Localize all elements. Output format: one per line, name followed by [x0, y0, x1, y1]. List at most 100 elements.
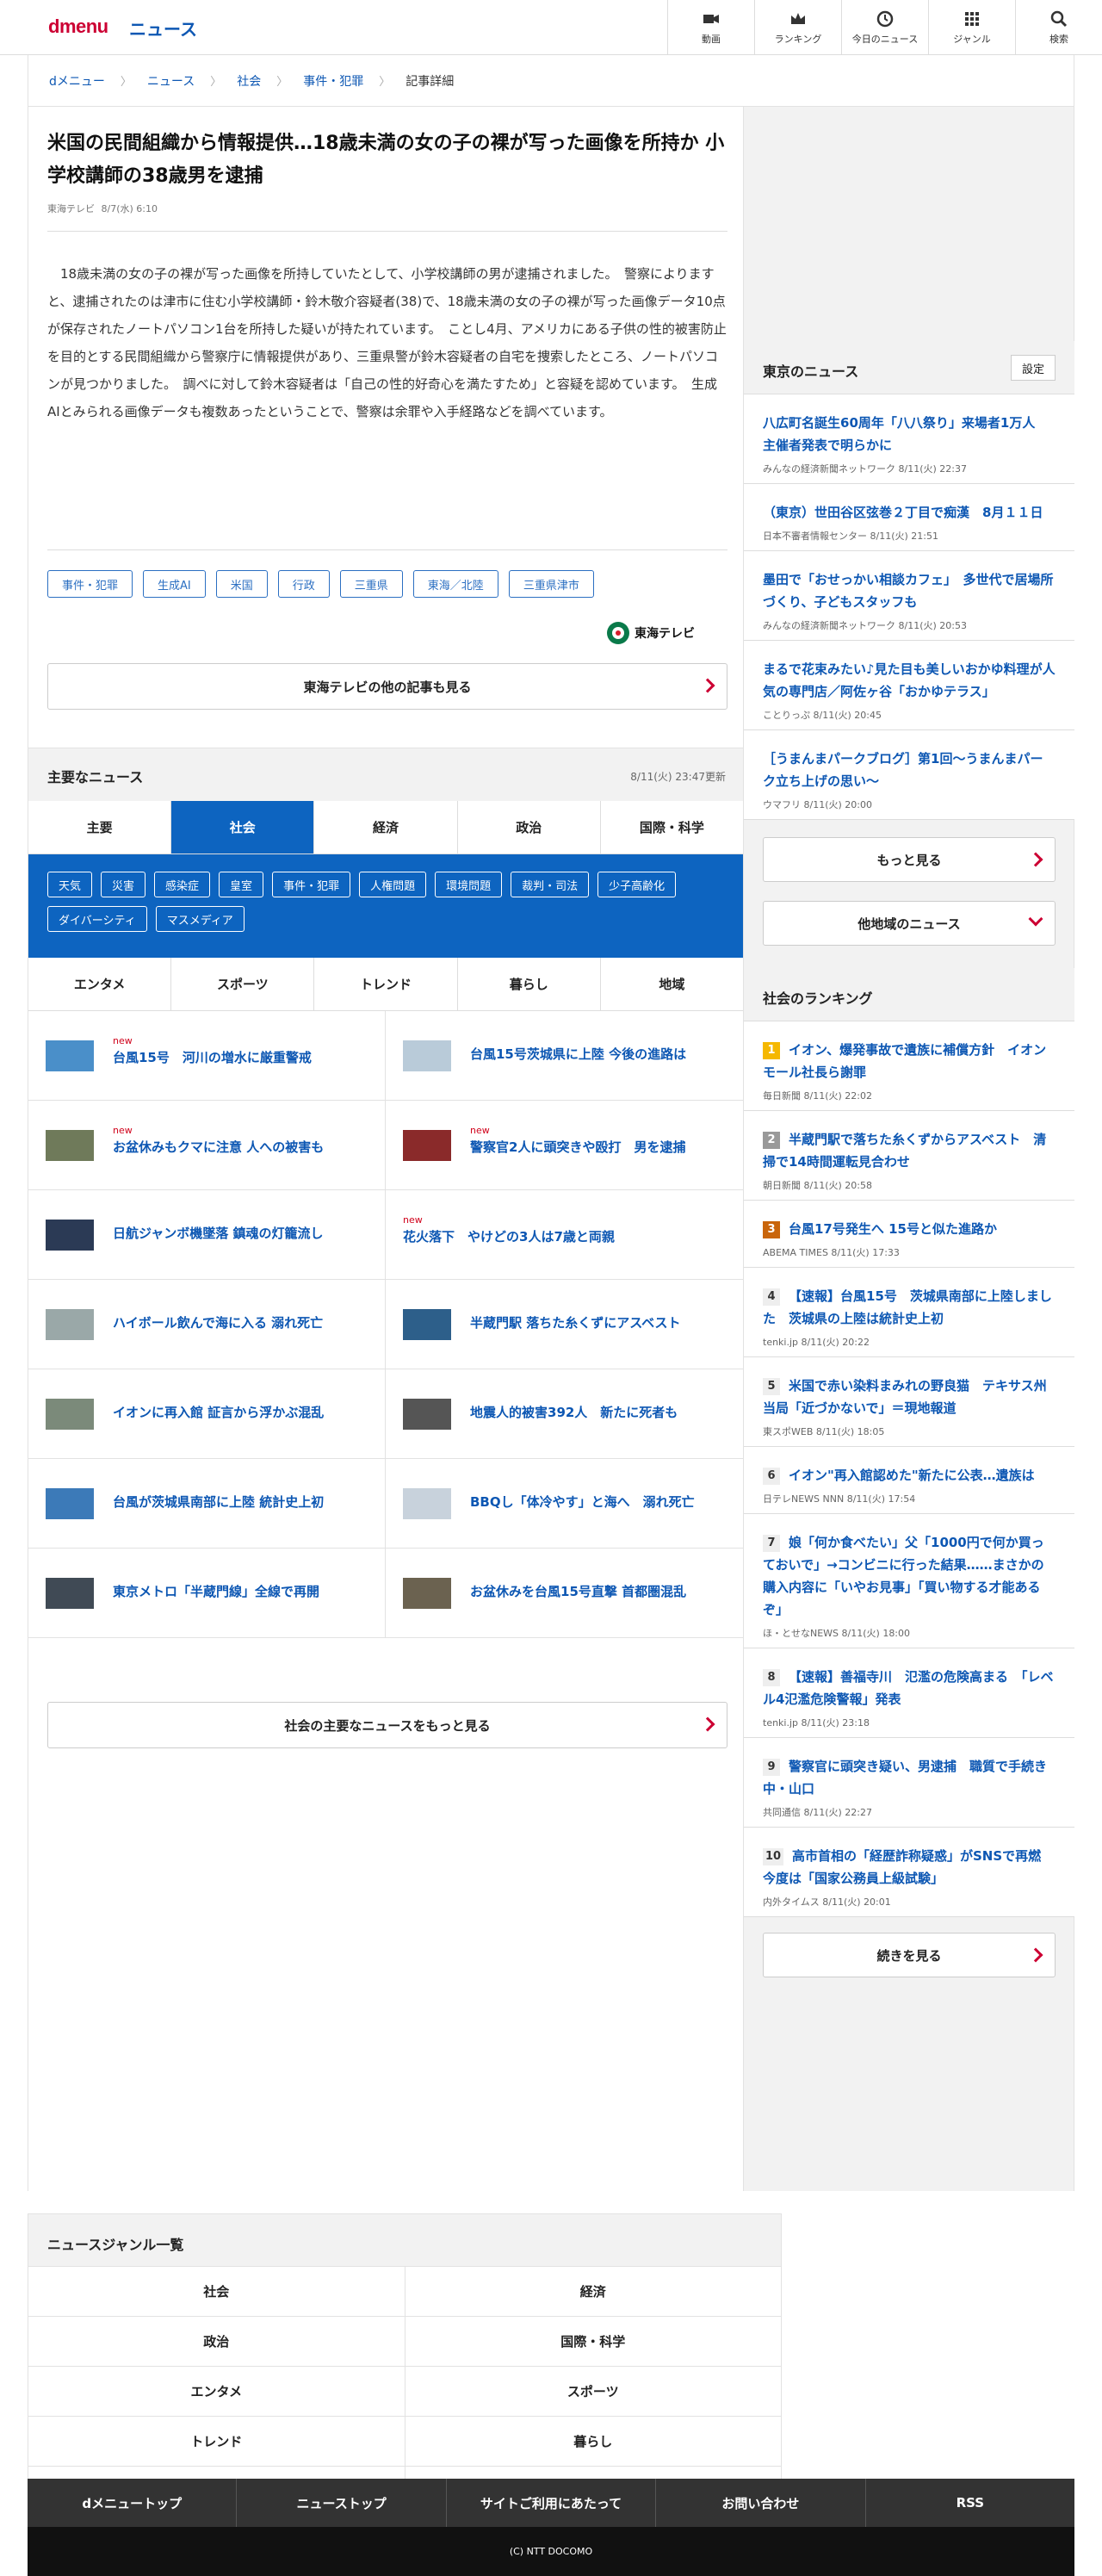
news-thumbnail	[403, 1309, 451, 1340]
genre-link[interactable]: 政治	[28, 2317, 406, 2367]
subtag-link[interactable]: 天気	[47, 872, 93, 897]
subtag-link[interactable]: 災害	[101, 872, 146, 897]
tag-link[interactable]: 事件・犯罪	[47, 570, 133, 598]
header-nav: 動画 ランキング 今日のニュース ジャンル 検索	[667, 0, 1102, 55]
sidebar: 東京のニュース 設定 八広町名誕生60周年「八八祭り」来場者1万人 主催者発表で…	[744, 107, 1074, 2191]
tag-link[interactable]: 三重県	[339, 570, 403, 598]
breadcrumb-news[interactable]: ニュース	[147, 72, 195, 90]
nav-video[interactable]: 動画	[667, 0, 754, 55]
ranking-item-title: イオン"再入館認めた"新たに公表…遺族は	[789, 1468, 1035, 1483]
tab-international[interactable]: 国際・科学	[600, 801, 744, 853]
subtag-link[interactable]: ダイバーシティ	[47, 906, 147, 932]
breadcrumb-society[interactable]: 社会	[237, 72, 261, 90]
news-item[interactable]: お盆休みを台風15号直撃 首都圏混乱	[386, 1549, 743, 1638]
news-item[interactable]: 半蔵門駅 落ちた糸くずにアスベスト	[386, 1280, 743, 1369]
source-logo-text: 東海テレビ	[635, 627, 695, 641]
news-section-link[interactable]: ニュース	[129, 16, 197, 40]
news-thumbnail	[46, 1488, 94, 1519]
tag-link[interactable]: 三重県津市	[508, 570, 594, 598]
news-item[interactable]: new 台風15号 河川の増水に厳重警戒	[28, 1011, 386, 1101]
ranking-item[interactable]: 1 イオン、爆発事故で遺族に補償方針 イオンモール社長ら謝罪 毎日新聞 8/11(…	[744, 1021, 1074, 1111]
footer-link-contact[interactable]: お問い合わせ	[656, 2479, 866, 2527]
tab-sports[interactable]: スポーツ	[171, 958, 315, 1010]
ranking-item[interactable]: 5 米国で赤い染料まみれの野良猫 テキサス州当局「近づかないで」＝現地報道 東スポ…	[744, 1357, 1074, 1447]
local-news-item[interactable]: まるで花束みたい♪見た目も美しいおかゆ料理が人気の専門店／阿佐ヶ谷「おかゆテラス…	[744, 641, 1074, 730]
tab-trend[interactable]: トレンド	[314, 958, 458, 1010]
chevron-down-icon	[1028, 911, 1043, 927]
new-badge: new	[113, 1125, 133, 1136]
tag-link[interactable]: 米国	[215, 570, 268, 598]
tab-society[interactable]: 社会	[171, 801, 315, 853]
news-item[interactable]: 東京メトロ「半蔵門線」全線で再開	[28, 1549, 386, 1638]
news-item[interactable]: new お盆休みもクマに注意 人への被害も	[28, 1101, 386, 1190]
footer-link-rss[interactable]: RSS	[866, 2479, 1074, 2527]
local-more-button[interactable]: もっと見る	[763, 837, 1056, 882]
chevron-right-icon	[700, 1716, 715, 1732]
local-news-item[interactable]: 八広町名誕生60周年「八八祭り」来場者1万人 主催者発表で明らかに みんなの経済…	[744, 394, 1074, 484]
ranking-item-title: 高市首相の「経歴詐称疑惑」がSNSで再燃 今度は「国家公務員上級試験」	[763, 1848, 1055, 1886]
other-region-dropdown[interactable]: 他地域のニュース	[763, 901, 1056, 946]
genre-link[interactable]: 暮らし	[405, 2417, 782, 2467]
ranking-title-text: 9 警察官に頭突き疑い、男逮捕 職質で手続き中・山口	[763, 1755, 1056, 1800]
ranking-item[interactable]: 10 高市首相の「経歴詐称疑惑」がSNSで再燃 今度は「国家公務員上級試験」 内外…	[744, 1828, 1074, 1917]
nav-ranking[interactable]: ランキング	[754, 0, 841, 55]
tab-main[interactable]: 主要	[28, 801, 172, 853]
ranking-item[interactable]: 2 半蔵門駅で落ちた糸くずからアスベスト 清掃で14時間運転見合わせ 朝日新聞 8…	[744, 1111, 1074, 1201]
subtag-link[interactable]: 感染症	[154, 872, 211, 897]
local-settings-button[interactable]: 設定	[1010, 355, 1056, 381]
subtag-link[interactable]: 環境問題	[435, 872, 503, 897]
ranking-item[interactable]: 6 イオン"再入館認めた"新たに公表…遺族は 日テレNEWS NNN 8/11(火…	[744, 1447, 1074, 1514]
genre-link[interactable]: 社会	[28, 2267, 406, 2317]
tag-link[interactable]: 行政	[277, 570, 330, 598]
ranking-item[interactable]: 8 【速報】善福寺川 氾濫の危険高まる 「レベル4氾濫危険警報」発表 tenki.…	[744, 1648, 1074, 1738]
nav-genre[interactable]: ジャンル	[928, 0, 1015, 55]
subtag-link[interactable]: 裁判・司法	[511, 872, 590, 897]
tab-economy[interactable]: 経済	[314, 801, 458, 853]
local-news-item[interactable]: （東京）世田谷区弦巻２丁目で痴漢 8月１１日 日本不審者情報センター 8/11(…	[744, 484, 1074, 551]
breadcrumb-crime[interactable]: 事件・犯罪	[303, 72, 363, 90]
nav-search[interactable]: 検索	[1015, 0, 1102, 55]
news-item[interactable]: 台風15号茨城県に上陸 今後の進路は	[386, 1011, 743, 1101]
genre-link[interactable]: エンタメ	[28, 2367, 406, 2417]
news-item[interactable]: BBQし「体冷やす」と海へ 溺れ死亡	[386, 1459, 743, 1549]
dmenu-logo[interactable]: dmenu	[48, 16, 108, 38]
subtag-link[interactable]: 少子高齢化	[597, 872, 677, 897]
tag-link[interactable]: 東海／北陸	[412, 570, 498, 598]
local-news-item[interactable]: ［うまんまパークブログ］第1回〜うまんまパーク立ち上げの思い〜 ウマフリ 8/1…	[744, 730, 1074, 820]
more-source-articles-button[interactable]: 東海テレビの他の記事も見る	[47, 663, 727, 710]
subtag-link[interactable]: 皇室	[219, 872, 264, 897]
genre-link[interactable]: 経済	[405, 2267, 782, 2317]
ranking-item[interactable]: 7 娘「何か食べたい」父「1000円で何か買っておいで」→コンビニに行った結果………	[744, 1514, 1074, 1648]
genre-link[interactable]: 国際・科学	[405, 2317, 782, 2367]
ranking-item[interactable]: 3 台風17号発生へ 15号と似た進路か ABEMA TIMES 8/11(火) …	[744, 1201, 1074, 1268]
news-item[interactable]: 地震人的被害392人 新たに死者も	[386, 1369, 743, 1459]
ranking-item[interactable]: 4 【速報】台風15号 茨城県南部に上陸しました 茨城県の上陸は統計史上初 ten…	[744, 1268, 1074, 1357]
footer-link-terms[interactable]: サイトご利用にあたって	[447, 2479, 657, 2527]
breadcrumb-dmenu[interactable]: dメニュー	[49, 72, 105, 90]
news-item[interactable]: イオンに再入館 証言から浮かぶ混乱	[28, 1369, 386, 1459]
footer-link-news-top[interactable]: ニューストップ	[237, 2479, 447, 2527]
news-item[interactable]: 日航ジャンボ機墜落 鎮魂の灯籠流し	[28, 1190, 386, 1280]
news-item[interactable]: new 花火落下 やけどの3人は7歳と両親	[386, 1190, 743, 1280]
footer-link-dmenu-top[interactable]: dメニュートップ	[28, 2479, 238, 2527]
nav-video-label: 動画	[702, 34, 721, 45]
tab-politics[interactable]: 政治	[457, 801, 601, 853]
genre-link[interactable]: トレンド	[28, 2417, 406, 2467]
tab-region[interactable]: 地域	[600, 958, 744, 1010]
subtag-link[interactable]: 事件・犯罪	[272, 872, 351, 897]
more-society-news-button[interactable]: 社会の主要なニュースをもっと見る	[47, 1702, 727, 1748]
local-news-item[interactable]: 墨田で「おせっかい相談カフェ」 多世代で居場所づくり、子どもスタッフも みんなの…	[744, 551, 1074, 641]
ranking-meta: 共同通信 8/11(火) 22:27	[763, 1807, 872, 1818]
tab-life[interactable]: 暮らし	[457, 958, 601, 1010]
subtag-link[interactable]: マスメディア	[155, 906, 245, 932]
ranking-more-button[interactable]: 続きを見る	[763, 1933, 1056, 1977]
nav-today[interactable]: 今日のニュース	[841, 0, 928, 55]
tab-entertainment[interactable]: エンタメ	[28, 958, 172, 1010]
news-item[interactable]: ハイボール飲んで海に入る 溺れ死亡	[28, 1280, 386, 1369]
genre-link[interactable]: スポーツ	[405, 2367, 782, 2417]
tag-link[interactable]: 生成AI	[143, 570, 206, 598]
news-item[interactable]: new 警察官2人に頭突きや殴打 男を逮捕	[386, 1101, 743, 1190]
ranking-item[interactable]: 9 警察官に頭突き疑い、男逮捕 職質で手続き中・山口 共同通信 8/11(火) 2…	[744, 1738, 1074, 1828]
subtag-link[interactable]: 人権問題	[359, 872, 427, 897]
news-item[interactable]: 台風が茨城県南部に上陸 統計史上初	[28, 1459, 386, 1549]
